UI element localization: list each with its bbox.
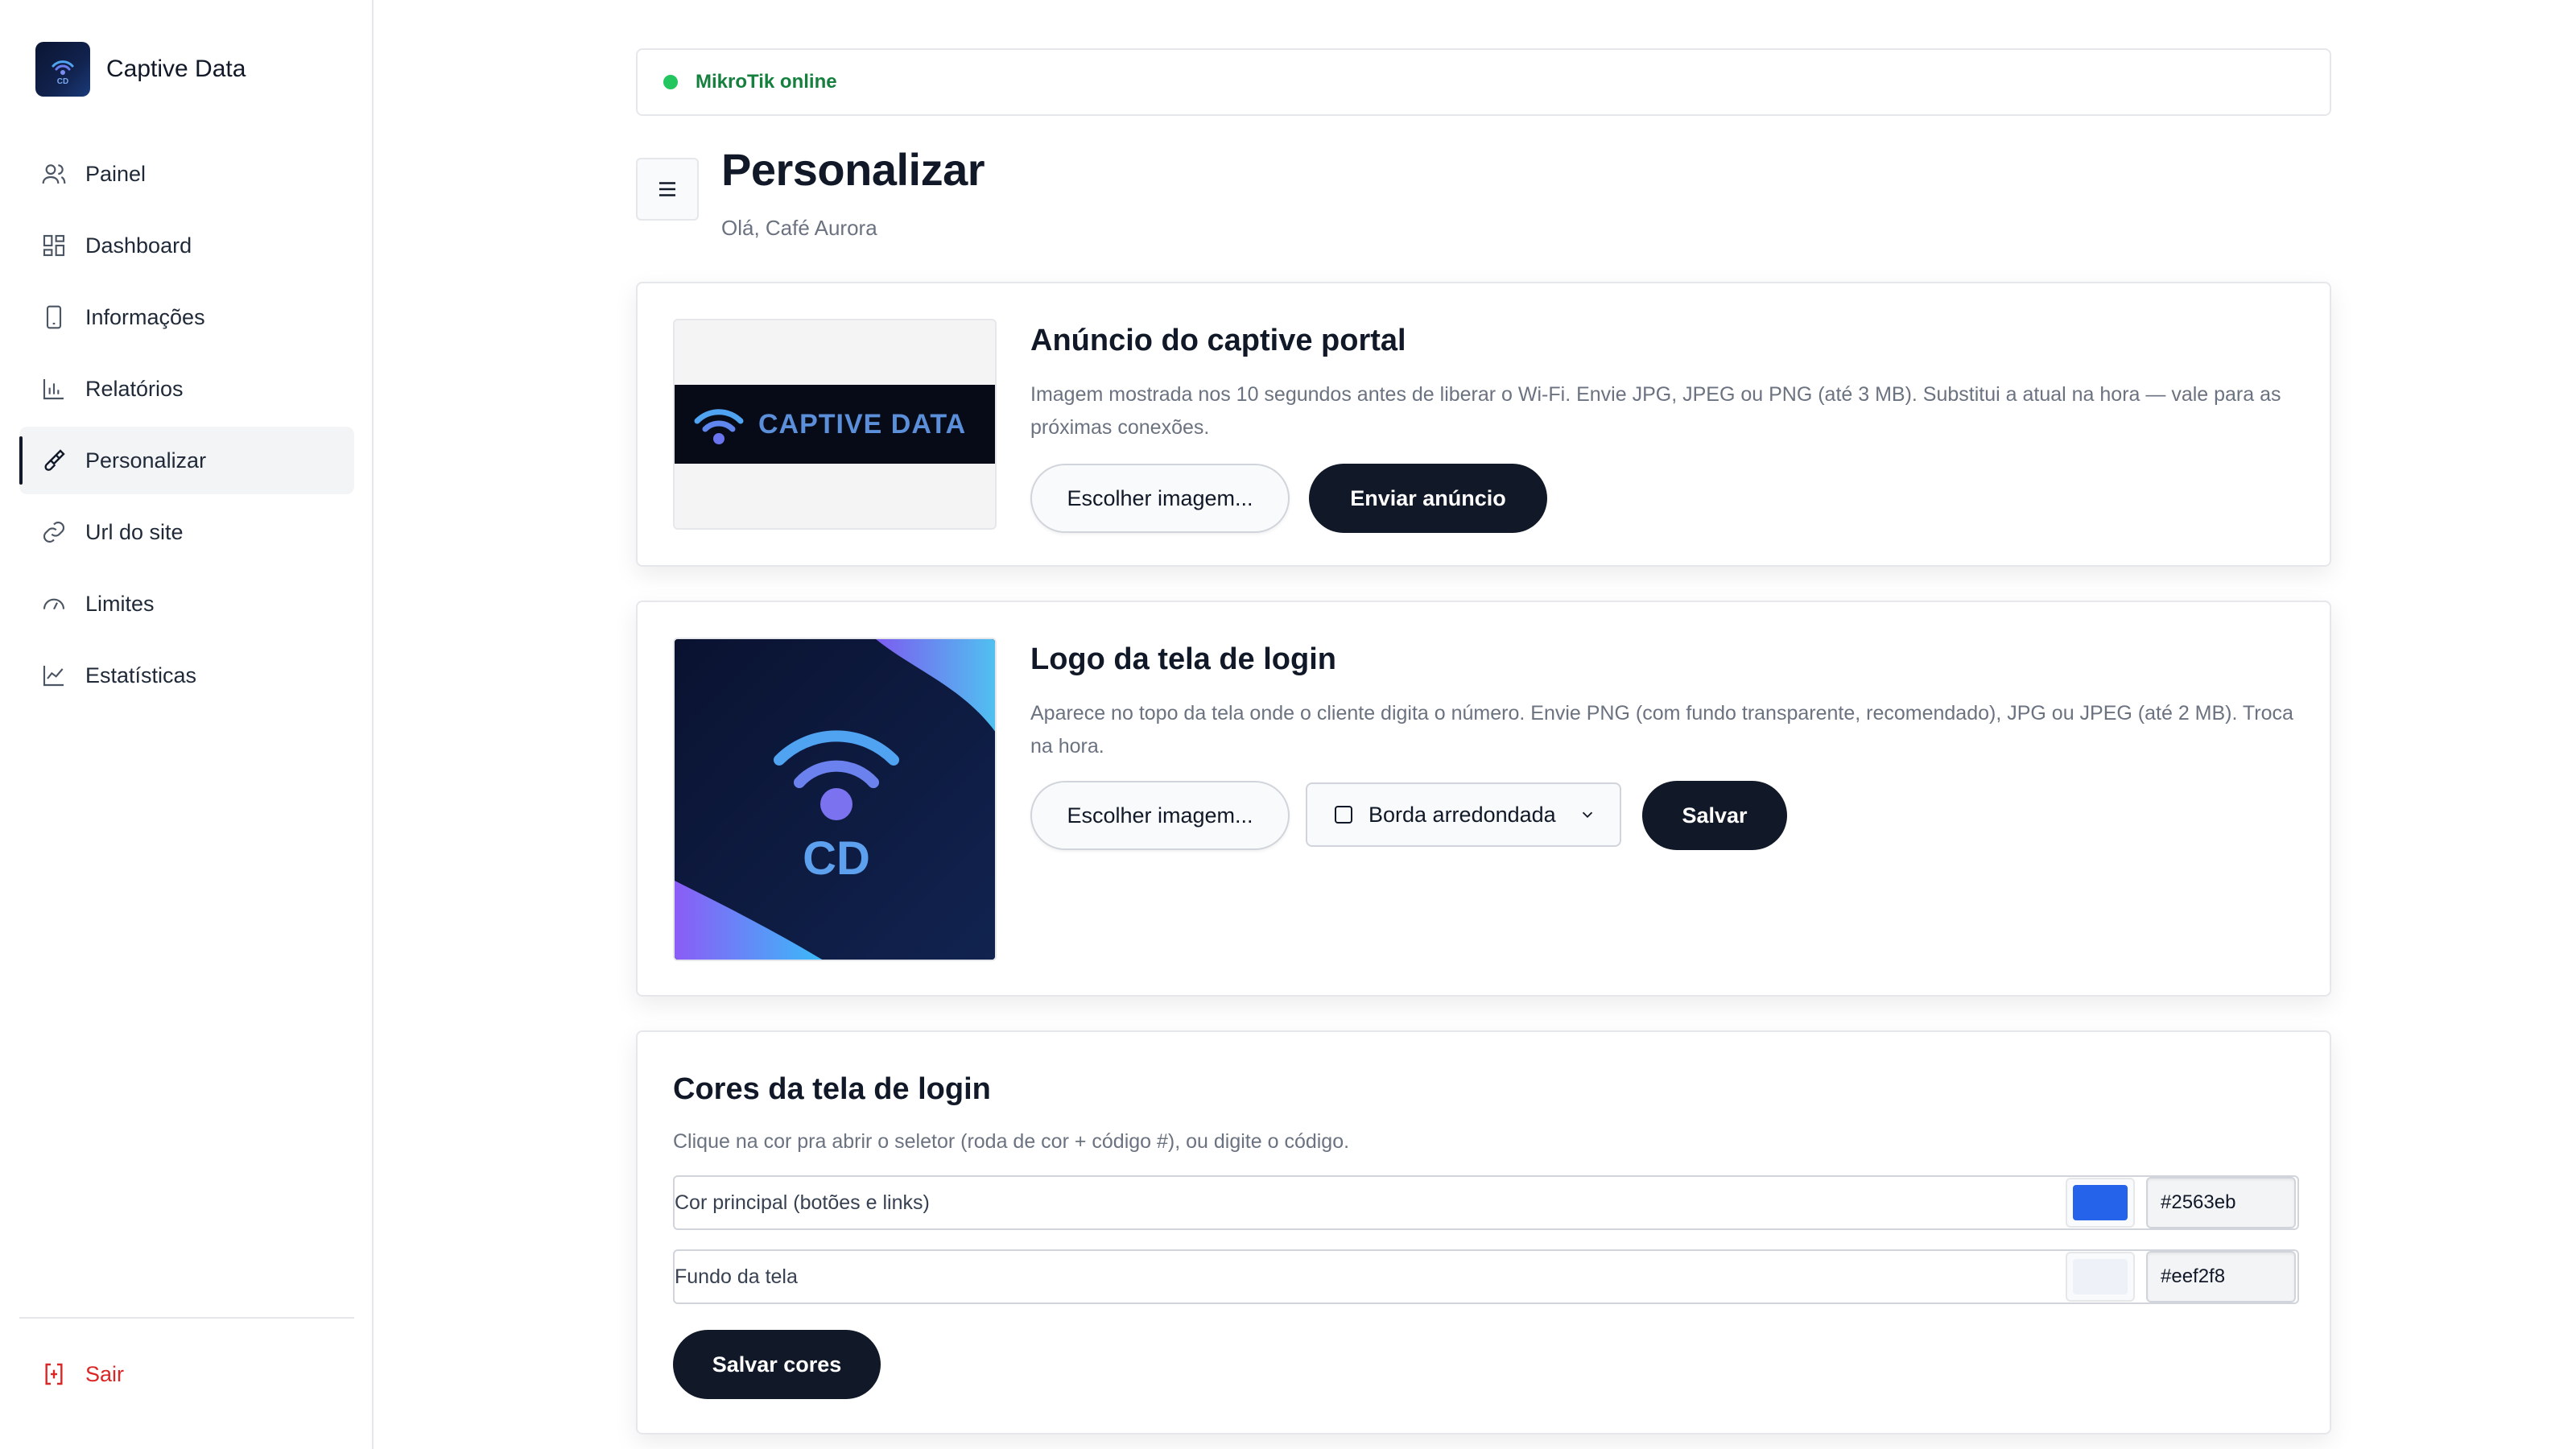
sidebar-item-url-do-site[interactable]: Url do site bbox=[19, 498, 354, 566]
sidebar-item-dashboard[interactable]: Dashboard bbox=[19, 212, 354, 279]
square-icon bbox=[1335, 806, 1352, 824]
page-greeting: Olá, Café Aurora bbox=[721, 216, 877, 240]
background-color-row: Fundo da tela #eef2f8 bbox=[673, 1249, 2299, 1304]
background-color-label: Fundo da tela bbox=[675, 1265, 798, 1288]
ad-banner-text: CAPTIVE DATA bbox=[758, 408, 967, 440]
users-icon bbox=[40, 160, 68, 188]
background-color-swatch bbox=[2073, 1259, 2128, 1294]
brand-logo: CD bbox=[35, 42, 90, 97]
background-color-picker[interactable] bbox=[2066, 1252, 2135, 1302]
grid-icon bbox=[40, 232, 68, 259]
primary-color-swatch bbox=[2073, 1185, 2128, 1220]
save-colors-button[interactable]: Salvar cores bbox=[673, 1330, 881, 1399]
sidebar-item-label: Relatórios bbox=[85, 376, 184, 401]
status-bar: MikroTik online bbox=[636, 48, 2331, 116]
sidebar-item-label: Painel bbox=[85, 161, 147, 186]
hamburger-icon bbox=[659, 182, 675, 196]
sidebar-item-relatorios[interactable]: Relatórios bbox=[19, 355, 354, 423]
status-text: MikroTik online bbox=[696, 71, 837, 93]
phone-icon bbox=[40, 303, 68, 331]
logo-preview-image: CD bbox=[673, 638, 997, 961]
ad-card-description: Imagem mostrada nos 10 segundos antes de… bbox=[1030, 383, 2281, 439]
background-color-input[interactable]: #eef2f8 bbox=[2146, 1251, 2296, 1302]
ad-card-title: Anúncio do captive portal bbox=[1030, 324, 1406, 357]
sidebar: CD Captive Data Painel Dashboard Informa… bbox=[0, 0, 374, 1449]
send-ad-button[interactable]: Enviar anúncio bbox=[1309, 464, 1547, 533]
sidebar-item-label: Dashboard bbox=[85, 233, 192, 258]
page-title: Personalizar bbox=[721, 144, 985, 195]
sidebar-item-informacoes[interactable]: Informações bbox=[19, 283, 354, 351]
logo-card-description: Aparece no topo da tela onde o cliente d… bbox=[1030, 702, 2293, 758]
choose-ad-image-button[interactable]: Escolher imagem... bbox=[1030, 464, 1290, 533]
sidebar-item-personalizar[interactable]: Personalizar bbox=[19, 427, 354, 494]
menu-toggle-button[interactable] bbox=[636, 158, 699, 221]
ad-card: CAPTIVE DATA Anúncio do captive portal I… bbox=[636, 282, 2331, 567]
border-style-value: Borda arredondada bbox=[1368, 802, 1556, 827]
save-logo-button[interactable]: Salvar bbox=[1642, 781, 1787, 850]
sidebar-divider bbox=[19, 1317, 354, 1319]
primary-color-row: Cor principal (botões e links) #2563eb bbox=[673, 1175, 2299, 1230]
brand[interactable]: CD Captive Data bbox=[35, 42, 246, 97]
sidebar-item-painel[interactable]: Painel bbox=[19, 140, 354, 208]
sidebar-nav: Painel Dashboard Informações Relatórios … bbox=[19, 140, 354, 713]
logout-label: Sair bbox=[85, 1361, 125, 1386]
primary-color-picker[interactable] bbox=[2066, 1178, 2135, 1228]
sidebar-item-label: Estatísticas bbox=[85, 663, 197, 687]
status-dot-icon bbox=[663, 75, 678, 89]
sidebar-item-label: Personalizar bbox=[85, 448, 207, 473]
primary-color-input[interactable]: #2563eb bbox=[2146, 1177, 2296, 1228]
logo-card-title: Logo da tela de login bbox=[1030, 642, 1336, 676]
gauge-icon bbox=[40, 590, 68, 617]
ad-preview-image: CAPTIVE DATA bbox=[673, 319, 997, 530]
svg-text:CD: CD bbox=[57, 77, 68, 86]
colors-card-description: Clique na cor pra abrir o seletor (roda … bbox=[673, 1130, 1350, 1153]
colors-card-title: Cores da tela de login bbox=[673, 1072, 991, 1106]
primary-color-label: Cor principal (botões e links) bbox=[675, 1191, 930, 1214]
choose-logo-image-button[interactable]: Escolher imagem... bbox=[1030, 781, 1290, 850]
wifi-icon bbox=[694, 409, 744, 444]
sidebar-item-label: Informações bbox=[85, 304, 205, 329]
ad-banner: CAPTIVE DATA bbox=[675, 385, 995, 464]
logout-icon bbox=[40, 1360, 68, 1388]
chevron-down-icon bbox=[1579, 806, 1596, 824]
colors-card: Cores da tela de login Clique na cor pra… bbox=[636, 1030, 2331, 1435]
brand-name: Captive Data bbox=[106, 56, 246, 82]
sidebar-item-limites[interactable]: Limites bbox=[19, 570, 354, 638]
line-chart-icon bbox=[40, 662, 68, 689]
border-style-select[interactable]: Borda arredondada bbox=[1306, 782, 1621, 847]
sidebar-item-label: Url do site bbox=[85, 519, 184, 544]
logout-button[interactable]: Sair bbox=[40, 1360, 124, 1388]
brush-icon bbox=[40, 447, 68, 474]
bar-chart-icon bbox=[40, 375, 68, 402]
logo-card: CD Logo da tela de login Aparece no topo… bbox=[636, 601, 2331, 997]
sidebar-item-estatisticas[interactable]: Estatísticas bbox=[19, 642, 354, 709]
logo-preview-text: CD bbox=[803, 832, 870, 885]
link-icon bbox=[40, 518, 68, 546]
sidebar-item-label: Limites bbox=[85, 591, 155, 616]
